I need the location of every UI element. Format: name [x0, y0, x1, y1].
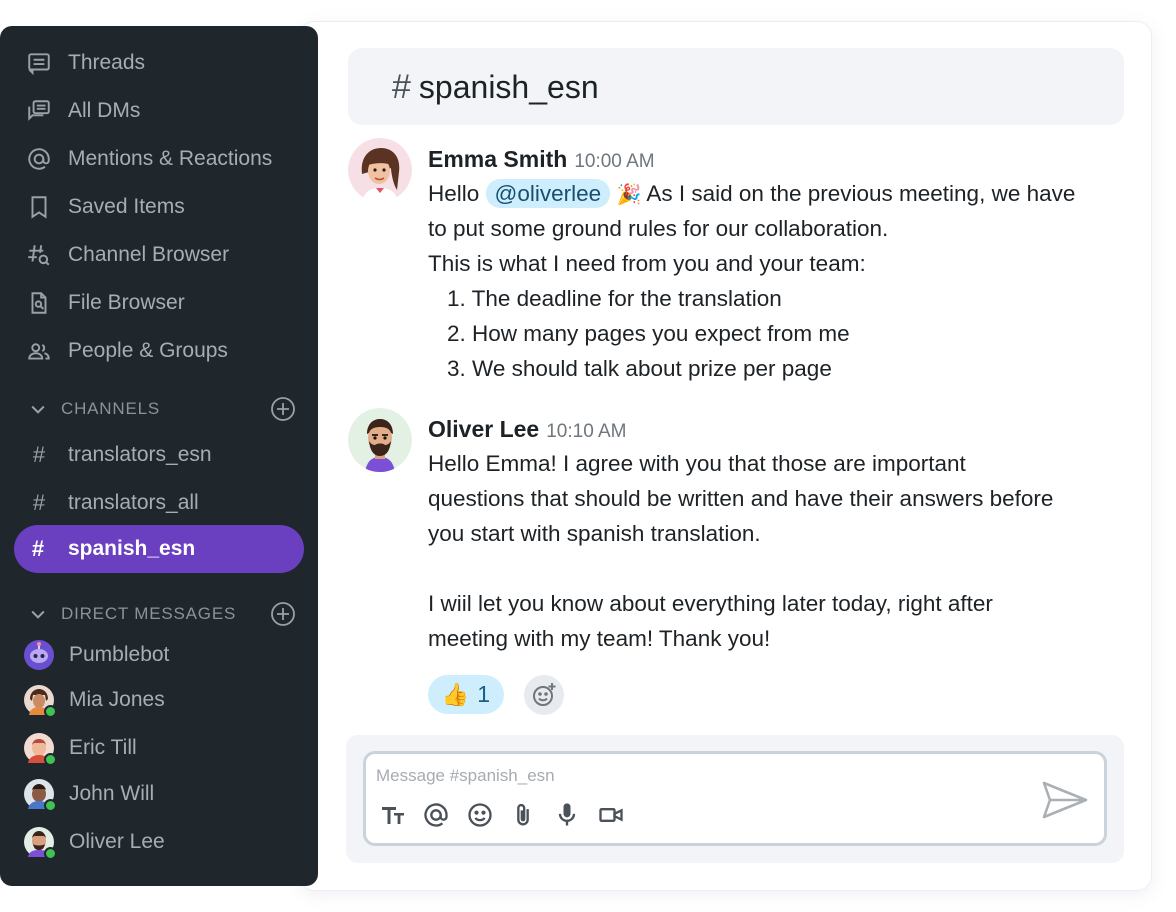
sidebar-dm-eric-till[interactable]: Eric Till — [24, 731, 137, 766]
message-composer — [363, 751, 1107, 846]
avatar — [24, 779, 57, 812]
text-format-icon[interactable] — [378, 800, 408, 830]
sidebar-channel-spanish-esn[interactable]: # spanish_esn — [14, 525, 304, 573]
mic-icon[interactable] — [552, 800, 582, 830]
message-input[interactable] — [376, 762, 976, 790]
sidebar-dm-john-will[interactable]: John Will — [24, 777, 155, 812]
online-indicator — [44, 847, 57, 860]
sidebar-dm-oliver-lee[interactable]: Oliver Lee — [24, 825, 165, 860]
sidebar-item-channel-browser[interactable]: Channel Browser — [24, 238, 229, 272]
channel-hash-icon: # — [392, 67, 411, 106]
message-text-line: questions that should be written and hav… — [428, 486, 1054, 511]
sidebar-item-label: All DMs — [68, 99, 141, 122]
thumbs-up-icon: 👍 — [441, 681, 470, 707]
avatar — [24, 733, 57, 766]
channel-label: translators_all — [68, 491, 199, 514]
channels-section-header[interactable]: CHANNELS — [28, 394, 296, 424]
message-text-line: This is what I need from you and your te… — [428, 251, 866, 276]
oliver-lee-avatar[interactable] — [348, 408, 412, 472]
chevron-down-icon — [31, 610, 45, 619]
message-text-line: Hello Emma! I agree with you that those … — [428, 451, 966, 476]
channel-search-icon — [24, 240, 54, 270]
sidebar-item-label: Threads — [68, 51, 146, 74]
dm-label: John Will — [69, 782, 155, 805]
add-channel-icon[interactable] — [270, 396, 296, 422]
dm-header-label: DIRECT MESSAGES — [61, 604, 237, 623]
message-text: As I said on the previous meeting, we ha… — [646, 181, 1076, 206]
avatar — [24, 685, 57, 718]
channel-label: spanish_esn — [68, 537, 196, 560]
dm-section-header[interactable]: DIRECT MESSAGES — [28, 599, 296, 629]
bookmark-icon — [24, 192, 54, 222]
attach-icon[interactable] — [508, 800, 538, 830]
avatar — [24, 827, 57, 860]
sidebar-item-threads[interactable]: Threads — [24, 46, 145, 80]
message-text-line: Hello @oliverlee 🎉 As I said on the prev… — [428, 177, 1075, 212]
message-author[interactable]: Emma Smith — [428, 146, 567, 173]
hash-icon: # — [31, 536, 45, 561]
add-dm-icon[interactable] — [270, 601, 296, 627]
sidebar-item-file-browser[interactable]: File Browser — [24, 286, 185, 320]
message-text-line: to put some ground rules for our collabo… — [428, 216, 889, 241]
thumbs-up-reaction[interactable]: 👍 1 — [428, 675, 504, 714]
sidebar-item-label: People & Groups — [68, 339, 228, 362]
list-item: 2. How many pages you expect from me — [447, 321, 850, 346]
online-indicator — [44, 799, 57, 812]
sidebar-item-mentions[interactable]: Mentions & Reactions — [24, 142, 272, 176]
sidebar-dm-pumblebot[interactable]: Pumblebot — [24, 638, 169, 672]
at-icon — [24, 144, 54, 174]
emoji-icon[interactable] — [465, 800, 495, 830]
message-author[interactable]: Oliver Lee — [428, 416, 539, 443]
sidebar-dm-mia-jones[interactable]: Mia Jones — [24, 683, 165, 718]
message-timestamp: 10:10 AM — [546, 421, 627, 442]
message-header: Oliver Lee 10:10 AM — [428, 416, 627, 443]
message-text-line: meeting with my team! Thank you! — [428, 626, 771, 651]
dm-label: Mia Jones — [69, 688, 165, 711]
dm-label: Pumblebot — [69, 643, 170, 666]
all-dms-icon — [24, 96, 54, 126]
message-text: Hello — [428, 181, 480, 206]
user-mention[interactable]: @oliverlee — [485, 179, 611, 208]
message-text-line: I wiil let you know about everything lat… — [428, 591, 993, 616]
add-emoji-icon — [533, 683, 556, 706]
sidebar-item-saved[interactable]: Saved Items — [24, 190, 185, 224]
hash-icon: # — [32, 442, 46, 467]
video-icon[interactable] — [596, 800, 626, 830]
message-text-line: you start with spanish translation. — [428, 521, 761, 546]
party-emoji: 🎉 — [616, 184, 642, 206]
channel-header: # spanish_esn — [348, 48, 1124, 125]
mention-icon[interactable] — [421, 800, 451, 830]
channel-label: translators_esn — [68, 443, 212, 466]
online-indicator — [44, 705, 57, 718]
channels-header-label: CHANNELS — [61, 399, 160, 418]
sidebar-item-all-dms[interactable]: All DMs — [24, 94, 140, 128]
emma-smith-avatar[interactable] — [348, 138, 412, 202]
list-item: 3. We should talk about prize per page — [447, 356, 832, 381]
reaction-count: 1 — [477, 681, 491, 707]
chevron-down-icon — [31, 405, 45, 414]
dm-label: Oliver Lee — [69, 830, 165, 853]
online-indicator — [44, 753, 57, 766]
channel-title: spanish_esn — [418, 68, 599, 105]
sidebar-channel-translators-all[interactable]: # translators_all — [24, 486, 199, 520]
list-item: 1. The deadline for the translation — [447, 286, 782, 311]
sidebar-item-label: Saved Items — [68, 195, 185, 218]
message-header: Emma Smith 10:00 AM — [428, 146, 655, 173]
dm-label: Eric Till — [69, 736, 137, 759]
sidebar-item-label: Mentions & Reactions — [68, 147, 273, 170]
hash-icon: # — [32, 490, 46, 515]
bot-avatar — [24, 640, 54, 670]
threads-icon — [24, 48, 54, 78]
sidebar-channel-translators-esn[interactable]: # translators_esn — [24, 438, 212, 472]
sidebar-item-label: File Browser — [68, 291, 185, 314]
message-timestamp: 10:00 AM — [574, 151, 655, 172]
file-search-icon — [24, 288, 54, 318]
send-icon[interactable] — [1040, 778, 1090, 822]
sidebar-item-label: Channel Browser — [68, 243, 230, 266]
people-icon — [24, 336, 54, 366]
add-reaction-button[interactable] — [524, 675, 564, 715]
sidebar-item-people[interactable]: People & Groups — [24, 334, 228, 368]
